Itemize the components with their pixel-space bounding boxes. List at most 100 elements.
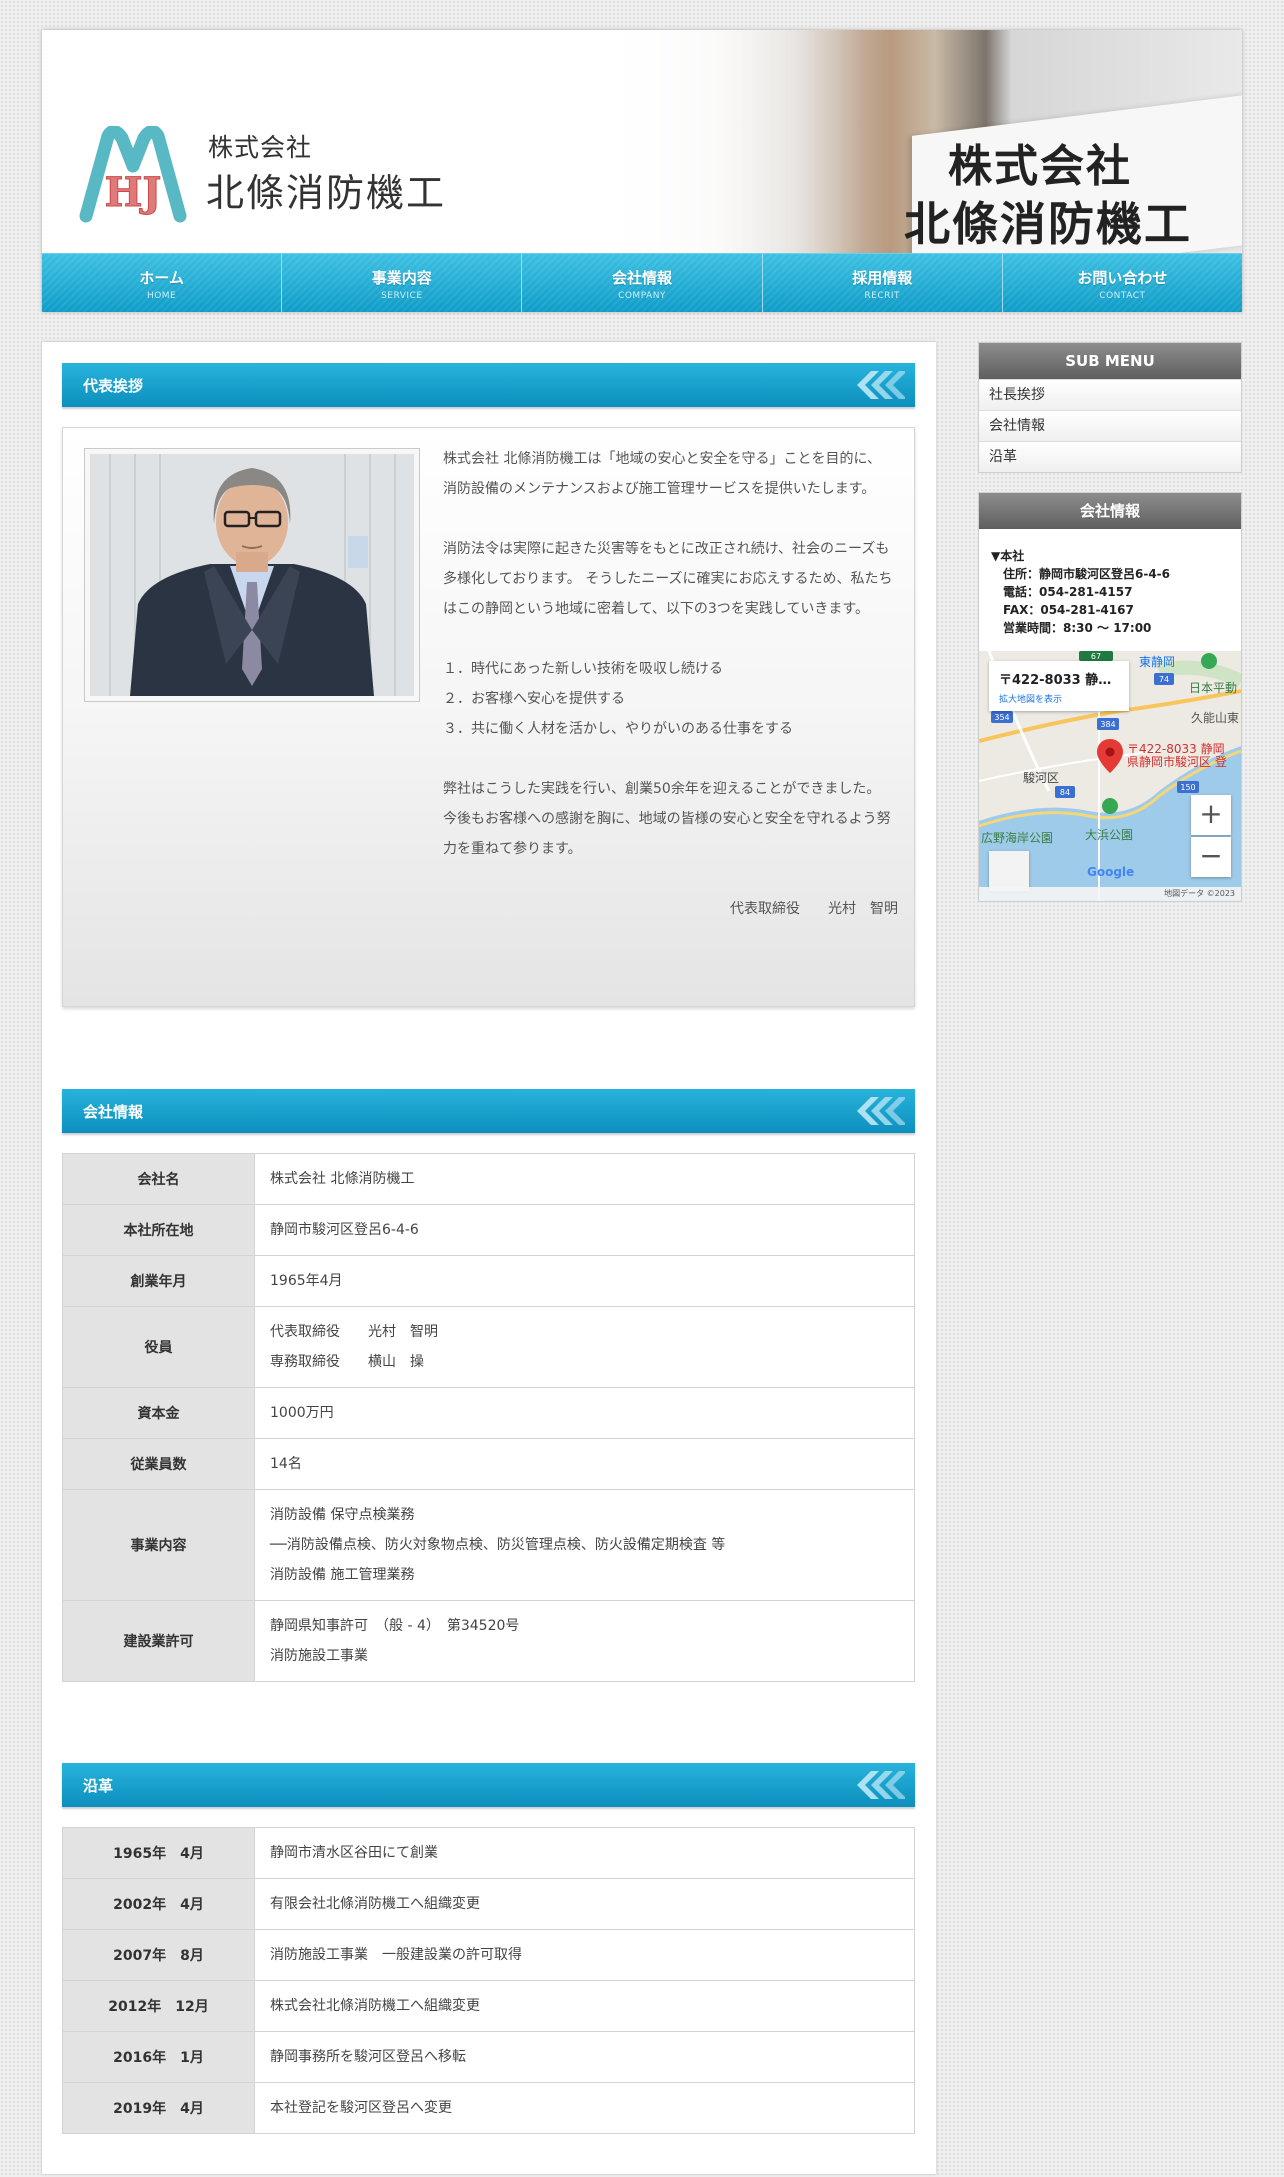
row-label: 資本金 <box>62 1387 255 1439</box>
president-photo-frame <box>84 448 420 702</box>
table-row: 2002年 4月 有限会社北條消防機工へ組織変更 <box>62 1878 915 1930</box>
row-label: 会社名 <box>62 1153 255 1205</box>
company-contact-info: ▼本社 住所：静岡市駿河区登呂6-4-6 電話：054-281-4157 FAX… <box>979 529 1241 651</box>
submenu-link-history[interactable]: 沿革 <box>979 441 1241 472</box>
chevrons-left-icon <box>857 1771 905 1799</box>
address: 住所：静岡市駿河区登呂6-4-6 <box>1003 567 1171 581</box>
map-attribution: 地図データ ©2023 <box>979 887 1241 901</box>
nav-item-home[interactable]: ホーム HOME <box>42 253 283 312</box>
value-line: 1000万円 <box>270 1405 334 1421</box>
chevrons-left-icon <box>857 1097 905 1125</box>
office-label: ▼本社 <box>991 549 1025 563</box>
value-line: 静岡市駿河区登呂6-4-6 <box>270 1222 419 1238</box>
value-line: 静岡県知事許可 （般 - 4） 第34520号 <box>270 1618 520 1634</box>
row-value: 代表取締役 光村 智明 専務取締役 横山 操 <box>254 1306 915 1388</box>
history-event: 静岡市清水区谷田にて創業 <box>254 1827 915 1879</box>
main-content: 代表挨拶 株式会社 北條消防機工は「地域の安心と安全を守る」ことを目的に、 消防… <box>42 342 936 2174</box>
history-date: 2002年 4月 <box>62 1878 255 1930</box>
table-row: 資本金 1000万円 <box>62 1387 915 1439</box>
table-row: 本社所在地 静岡市駿河区登呂6-4-6 <box>62 1204 915 1256</box>
row-value: 1000万円 <box>254 1387 915 1439</box>
row-value: 14名 <box>254 1438 915 1490</box>
zoom-out-button[interactable]: − <box>1191 837 1231 877</box>
logo-kabushiki: 株式会社 <box>208 133 313 162</box>
logo-letters: HJ <box>105 169 162 216</box>
row-label: 従業員数 <box>62 1438 255 1490</box>
greeting-paragraph: 弊社はこうした実践を行い、創業50余年を迎えることができました。 今後もお客様へ… <box>443 781 891 857</box>
nav-item-recruit[interactable]: 採用情報 RECRIT <box>762 253 1003 312</box>
nav-item-service[interactable]: 事業内容 SERVICE <box>282 253 523 312</box>
value-line: 消防施設工事業 <box>270 1648 368 1664</box>
submenu-title: SUB MENU <box>979 343 1241 379</box>
history-date: 2012年 12月 <box>62 1980 255 2032</box>
value-line: ──消防設備点検、防火対象物点検、防災管理点検、防火設備定期検査 等 <box>270 1537 726 1553</box>
section-header-company: 会社情報 <box>62 1089 915 1133</box>
history-event: 静岡事務所を駿河区登呂へ移転 <box>254 2031 915 2083</box>
nav-label: 事業内容 <box>371 269 432 287</box>
history-event: 消防施設工事業 一般建設業の許可取得 <box>254 1929 915 1981</box>
history-date: 2019年 4月 <box>62 2082 255 2134</box>
map-place-label: 日本平動 <box>1189 681 1238 695</box>
google-map[interactable]: 67 74 354 384 84 150 東静岡 日本平動 久能山東 駿河区 広… <box>979 651 1241 901</box>
company-info-table: 会社名 株式会社 北條消防機工 本社所在地 静岡市駿河区登呂6-4-6 創業年月… <box>62 1153 915 1682</box>
list-item: ２．お客様へ安心を提供する <box>443 691 625 707</box>
table-row: 建設業許可 静岡県知事許可 （般 - 4） 第34520号 消防施設工事業 <box>62 1600 915 1682</box>
map-pin-icon[interactable] <box>1097 739 1123 773</box>
nav-label: ホーム <box>139 269 184 287</box>
greeting-signature: 代表取締役 光村 智明 <box>730 901 898 917</box>
site-header: 株式会社 北條消防機工 HJ 株式会社 北條消防機工 ホーム HOME 事業内容… <box>42 30 1243 312</box>
company-info-title: 会社情報 <box>979 493 1241 529</box>
row-label: 建設業許可 <box>62 1600 255 1682</box>
submenu-link-company[interactable]: 会社情報 <box>979 410 1241 441</box>
section-header-history: 沿革 <box>62 1763 915 1807</box>
map-type-button[interactable] <box>989 851 1029 891</box>
route-number: 74 <box>1159 675 1169 684</box>
map-place-label: 東静岡 <box>1139 655 1176 669</box>
table-row: 2007年 8月 消防施設工事業 一般建設業の許可取得 <box>62 1929 915 1981</box>
table-row: 創業年月 1965年4月 <box>62 1255 915 1307</box>
map-enlarge-link[interactable]: 拡大地図を表示 <box>999 692 1119 705</box>
history-event: 有限会社北條消防機工へ組織変更 <box>254 1878 915 1930</box>
row-value: 株式会社 北條消防機工 <box>254 1153 915 1205</box>
company-info-box: 会社情報 ▼本社 住所：静岡市駿河区登呂6-4-6 電話：054-281-415… <box>978 492 1242 902</box>
global-nav: ホーム HOME 事業内容 SERVICE 会社情報 COMPANY 採用情報 … <box>42 253 1243 312</box>
table-row: 会社名 株式会社 北條消防機工 <box>62 1153 915 1205</box>
business-hours: 営業時間：8:30 〜 17:00 <box>1003 621 1152 635</box>
president-photo <box>90 454 414 696</box>
map-card-title: 〒422-8033 静… <box>999 673 1112 688</box>
nav-item-contact[interactable]: お問い合わせ CONTACT <box>1002 253 1243 312</box>
table-row: 従業員数 14名 <box>62 1438 915 1490</box>
fax: FAX：054-281-4167 <box>1003 603 1134 617</box>
table-row: 2019年 4月 本社登記を駿河区登呂へ変更 <box>62 2082 915 2134</box>
route-number: 67 <box>1091 652 1101 661</box>
table-row: 1965年 4月 静岡市清水区谷田にて創業 <box>62 1827 915 1879</box>
history-date: 2007年 8月 <box>62 1929 255 1981</box>
route-number: 354 <box>994 713 1009 722</box>
section-header-greeting: 代表挨拶 <box>62 363 915 407</box>
company-logo-icon[interactable]: HJ <box>78 126 188 226</box>
history-date: 2016年 1月 <box>62 2031 255 2083</box>
phone: 電話：054-281-4157 <box>1003 585 1133 599</box>
row-value: 1965年4月 <box>254 1255 915 1307</box>
section-title: 会社情報 <box>83 1103 144 1121</box>
map-info-card: 〒422-8033 静… 拡大地図を表示 <box>989 661 1129 711</box>
route-number: 84 <box>1060 788 1070 797</box>
table-row: 役員 代表取締役 光村 智明 専務取締役 横山 操 <box>62 1306 915 1388</box>
zoom-in-button[interactable]: + <box>1191 795 1231 835</box>
row-label: 創業年月 <box>62 1255 255 1307</box>
greeting-box: 株式会社 北條消防機工は「地域の安心と安全を守る」ことを目的に、 消防設備のメン… <box>62 427 915 1007</box>
value-line: 14名 <box>270 1456 302 1472</box>
submenu-link-greeting[interactable]: 社長挨拶 <box>979 379 1241 410</box>
value-line: 株式会社 北條消防機工 <box>270 1171 415 1187</box>
history-date: 1965年 4月 <box>62 1827 255 1879</box>
route-number: 150 <box>1180 783 1195 792</box>
row-value: 静岡県知事許可 （般 - 4） 第34520号 消防施設工事業 <box>254 1600 915 1682</box>
signboard-text-line1: 株式会社 <box>948 141 1132 192</box>
value-line: 1965年4月 <box>270 1273 343 1289</box>
submenu-box: SUB MENU 社長挨拶 会社情報 沿革 <box>978 342 1242 473</box>
logo-company-name[interactable]: 北條消防機工 <box>206 162 446 217</box>
google-logo: Google <box>1087 865 1135 879</box>
greeting-list: １．時代にあった新しい技術を吸収し続ける ２．お客様へ安心を提供する ３．共に働… <box>443 654 898 744</box>
nav-sublabel: RECRIT <box>864 291 901 301</box>
nav-item-company[interactable]: 会社情報 COMPANY <box>522 253 763 312</box>
